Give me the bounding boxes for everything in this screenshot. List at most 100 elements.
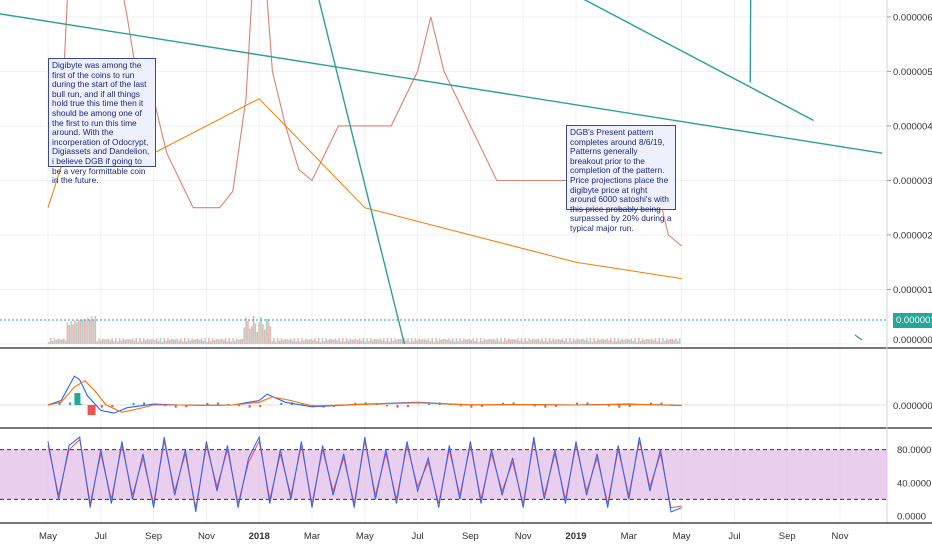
volume-bar xyxy=(371,340,374,344)
volume-bar xyxy=(546,341,549,344)
volume-bar xyxy=(94,315,97,344)
volume-bar xyxy=(678,338,681,344)
volume-bar xyxy=(165,340,167,344)
time-axis[interactable]: May Jul Sep Nov 2018 Mar May Jul Sep Nov 2019 Mar Ma… xyxy=(39,531,849,542)
volume-bar xyxy=(116,341,119,344)
volume-bar xyxy=(464,339,467,344)
volume-bar xyxy=(304,338,307,344)
volume-bar xyxy=(552,338,554,344)
volume-bar xyxy=(662,338,664,344)
volume-bar xyxy=(520,338,523,344)
y-tick-label: 0.00000200 xyxy=(893,230,932,241)
volume-bar xyxy=(570,341,573,344)
volume-bar xyxy=(217,339,219,344)
volume-bar xyxy=(628,339,631,344)
volume-bar xyxy=(587,341,590,344)
volume-bar xyxy=(611,341,614,344)
volume-bar xyxy=(584,340,586,344)
volume-bar xyxy=(273,338,275,344)
volume-bar xyxy=(101,338,104,344)
volume-bar xyxy=(202,340,205,344)
volume-bar xyxy=(90,316,93,344)
volume-bar xyxy=(286,339,288,344)
volume-bar xyxy=(74,320,76,344)
volume-bar xyxy=(163,338,165,344)
volume-bar xyxy=(544,338,547,344)
volume-bar xyxy=(133,340,136,344)
volume-bar xyxy=(288,339,290,344)
volume-bar xyxy=(647,339,649,344)
volume-bar xyxy=(410,338,413,344)
volume-bar xyxy=(131,338,134,344)
volume-bar xyxy=(189,340,192,344)
volume-bar xyxy=(230,341,232,344)
volume-bar xyxy=(615,341,618,344)
volume-bar xyxy=(641,338,644,344)
volume-bar xyxy=(126,338,128,344)
volume-bar xyxy=(479,338,482,344)
volume-bar xyxy=(489,339,491,344)
price-axis[interactable]: 0.00000600 0.00000500 0.00000400 0.00000300… xyxy=(887,12,932,523)
volume-bar xyxy=(321,338,324,344)
volume-bar xyxy=(170,338,173,344)
volume-bar xyxy=(302,340,305,344)
volume-bar xyxy=(418,338,420,344)
volume-bar xyxy=(152,338,154,344)
volume-bar xyxy=(597,338,599,344)
volume-bar xyxy=(308,339,311,344)
volume-bar xyxy=(524,338,527,344)
volume-bar xyxy=(530,340,532,344)
macd-panel[interactable] xyxy=(0,375,887,415)
volume-bar xyxy=(105,339,108,344)
volume-bar xyxy=(75,322,78,344)
volume-bar xyxy=(64,340,67,344)
macd-histogram-bar xyxy=(407,405,410,407)
volume-bar xyxy=(442,338,445,344)
volume-bar xyxy=(485,340,487,344)
volume-bar xyxy=(150,339,152,344)
volume-bar xyxy=(490,339,493,344)
volume-bar xyxy=(645,338,648,344)
volume-bar xyxy=(517,338,519,344)
volume-bar xyxy=(77,319,80,344)
volume-bar xyxy=(425,340,428,344)
volume-bar xyxy=(375,339,378,344)
volume-bar xyxy=(88,319,91,344)
volume-bar xyxy=(280,338,283,344)
volume-bar xyxy=(457,341,460,344)
volume-bar xyxy=(124,339,126,344)
x-tick-label: Nov xyxy=(832,531,849,542)
volume-bar xyxy=(613,338,616,344)
volume-bar xyxy=(381,340,383,344)
right-annotation-note[interactable]: DGB's Present pattern completes around 8… xyxy=(566,125,676,233)
volume-bar xyxy=(228,338,231,344)
volume-bar xyxy=(436,340,439,344)
volume-bar xyxy=(487,338,489,344)
volume-bar xyxy=(476,338,478,344)
volume-bar xyxy=(505,340,508,344)
left-annotation-note[interactable]: Digibyte was among the first of the coin… xyxy=(48,58,156,185)
volume-bar xyxy=(176,338,179,344)
volume-bar xyxy=(206,341,208,344)
stochastic-panel[interactable] xyxy=(0,435,887,513)
x-tick-label: Sep xyxy=(779,531,796,542)
volume-bar xyxy=(85,319,87,344)
volume-bar xyxy=(226,341,229,344)
volume-bar xyxy=(297,338,300,344)
volume-bar xyxy=(241,338,244,344)
macd-histogram-bar xyxy=(111,405,114,408)
volume-bar xyxy=(669,339,672,344)
macd-histogram-bar xyxy=(396,405,399,408)
volume-bar xyxy=(51,340,54,344)
volume-bar xyxy=(191,338,193,344)
volume-bar xyxy=(122,338,125,344)
volume-bar xyxy=(129,339,132,344)
volume-bar xyxy=(168,339,171,344)
volume-bar xyxy=(388,341,391,344)
volume-bar xyxy=(651,338,653,344)
volume-bar xyxy=(155,338,158,344)
volume-bar xyxy=(180,338,182,344)
volume-bar xyxy=(623,339,625,344)
volume-bar xyxy=(550,340,553,344)
volume-bar xyxy=(394,338,396,344)
